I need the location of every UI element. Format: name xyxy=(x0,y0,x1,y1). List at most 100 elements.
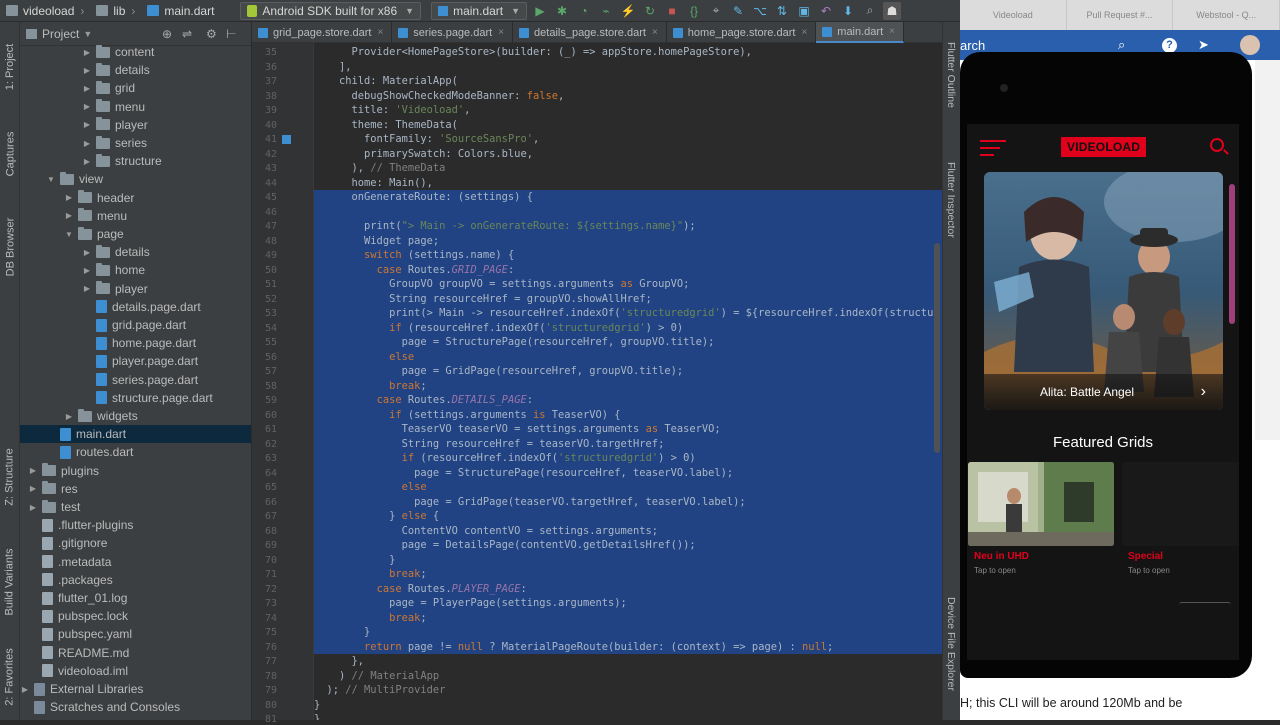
close-icon[interactable]: × xyxy=(652,27,658,38)
code-line[interactable]: Widget page; xyxy=(314,234,439,249)
project-tree-item[interactable]: ▶ player xyxy=(20,280,251,298)
chevron-right-icon[interactable]: ▶ xyxy=(82,84,92,93)
code-line[interactable]: print(> Main -> resourceHref.indexOf('st… xyxy=(314,306,933,321)
code-line[interactable]: String resourceHref = teaserVO.targetHre… xyxy=(314,437,665,452)
code-line[interactable]: if (settings.arguments is TeaserVO) { xyxy=(314,408,620,423)
flutter-braces-icon[interactable]: {} xyxy=(685,2,703,20)
code-line[interactable]: page = DetailsPage(contentVO.getDetailsH… xyxy=(314,538,696,553)
stop-icon[interactable]: ■ xyxy=(663,2,681,20)
person-icon[interactable]: ☗ xyxy=(883,1,902,20)
project-tree-item[interactable]: grid.page.dart xyxy=(20,316,251,334)
project-tree-item[interactable]: ▼ page xyxy=(20,225,251,243)
run-config-selector[interactable]: main.dart ▼ xyxy=(431,1,528,20)
undo-icon[interactable]: ↶ xyxy=(817,2,835,20)
project-tree-item[interactable]: structure.page.dart xyxy=(20,389,251,407)
search-icon[interactable]: ⌕ xyxy=(861,2,879,20)
editor-tab[interactable]: home_page.store.dart × xyxy=(667,22,817,43)
chevron-right-icon[interactable]: ▶ xyxy=(82,266,92,275)
captures-tool-tab[interactable]: Captures xyxy=(0,114,20,194)
code-line[interactable]: theme: ThemeData( xyxy=(314,118,458,133)
profile-icon[interactable]: ◔ xyxy=(575,2,593,20)
flutter-outline-tool-tab[interactable]: Flutter Outline xyxy=(943,42,961,152)
sdk-icon[interactable]: ⬇ xyxy=(839,2,857,20)
project-tree-item[interactable]: ▶ series xyxy=(20,134,251,152)
code-line[interactable]: ContentVO contentVO = settings.arguments… xyxy=(314,524,659,539)
project-tree-item[interactable]: flutter_01.log xyxy=(20,589,251,607)
grid-card[interactable] xyxy=(1122,462,1239,546)
code-line[interactable]: }, xyxy=(314,654,365,669)
project-tree-item[interactable]: details.page.dart xyxy=(20,298,251,316)
project-tree-item[interactable]: pubspec.yaml xyxy=(20,625,251,643)
hot-restart-icon[interactable]: ↻ xyxy=(641,2,659,20)
code-line[interactable]: print("> Main -> onGenerateRoute: ${sett… xyxy=(314,219,696,234)
code-line[interactable]: } else { xyxy=(314,509,439,524)
chevron-right-icon[interactable]: ▶ xyxy=(20,685,30,694)
project-tree-item[interactable]: ▶ menu xyxy=(20,207,251,225)
editor-tab[interactable]: main.dart × xyxy=(816,22,904,43)
code-line[interactable]: } xyxy=(314,698,320,713)
code-line[interactable]: else xyxy=(314,350,414,365)
project-tool-tab[interactable]: 1: Project xyxy=(0,32,20,102)
code-line[interactable]: onGenerateRoute: (settings) { xyxy=(314,190,533,205)
structure-tool-tab[interactable]: Z: Structure xyxy=(0,432,20,522)
sync-icon[interactable]: ⇅ xyxy=(773,2,791,20)
menu-icon[interactable] xyxy=(980,140,1006,156)
collapse-icon[interactable]: ⇌ xyxy=(182,27,192,41)
project-tree-item[interactable]: ▶ header xyxy=(20,189,251,207)
chevron-down-icon[interactable]: ▼ xyxy=(46,175,56,184)
attach-icon[interactable]: ⌁ xyxy=(597,2,615,20)
chevron-down-icon[interactable]: ▼ xyxy=(83,29,92,39)
project-tree-item[interactable]: ▶ External Libraries xyxy=(20,680,251,698)
breadcrumb-folder[interactable]: lib › xyxy=(90,0,141,22)
code-line[interactable]: } xyxy=(314,712,320,720)
project-tree-item[interactable]: README.md xyxy=(20,644,251,662)
project-tree-item[interactable]: ▼ view xyxy=(20,170,251,188)
code-line[interactable]: page = GridPage(teaserVO.targetHref, tea… xyxy=(314,495,746,510)
project-tree-item[interactable]: ▶ details xyxy=(20,243,251,261)
project-tree-item[interactable]: videoload.iml xyxy=(20,662,251,680)
chevron-right-icon[interactable]: ▶ xyxy=(28,503,38,512)
code-line[interactable]: } xyxy=(314,625,370,640)
code-line[interactable]: GroupVO groupVO = settings.arguments as … xyxy=(314,277,689,292)
chevron-right-icon[interactable]: › xyxy=(1201,383,1206,401)
project-tree-item[interactable]: Scratches and Consoles xyxy=(20,698,251,716)
build-variants-tool-tab[interactable]: Build Variants xyxy=(0,532,20,632)
project-tree-item[interactable]: ▶ details xyxy=(20,61,251,79)
flutter-inspector-tool-tab[interactable]: Flutter Inspector xyxy=(943,162,961,292)
chevron-right-icon[interactable]: ▶ xyxy=(28,484,38,493)
code-line[interactable]: case Routes.DETAILS_PAGE: xyxy=(314,393,533,408)
code-line[interactable]: break; xyxy=(314,567,427,582)
project-tree-item[interactable]: ▶ content xyxy=(20,43,251,61)
code-line[interactable]: page = StructurePage(resourceHref, group… xyxy=(314,335,715,350)
search-icon[interactable] xyxy=(1210,138,1229,155)
browser-tab[interactable]: Pull Request #... xyxy=(1067,0,1174,30)
device-selector[interactable]: Android SDK built for x86 ▼ xyxy=(240,1,422,20)
project-tree-item[interactable]: ▶ structure xyxy=(20,152,251,170)
code-line[interactable]: page = PlayerPage(settings.arguments); xyxy=(314,596,627,611)
hide-icon[interactable]: ⊢ xyxy=(226,27,236,41)
project-tree-item[interactable]: pubspec.lock xyxy=(20,607,251,625)
project-tree-item[interactable]: .packages xyxy=(20,571,251,589)
close-icon[interactable]: × xyxy=(377,27,383,38)
code-line[interactable]: switch (settings.name) { xyxy=(314,248,514,263)
code-line[interactable]: page = StructurePage(resourceHref, tease… xyxy=(314,466,733,481)
code-line[interactable]: page = GridPage(resourceHref, groupVO.ti… xyxy=(314,364,684,379)
project-tree-item[interactable]: routes.dart xyxy=(20,443,251,461)
chevron-right-icon[interactable]: ▶ xyxy=(82,157,92,166)
editor-tab[interactable]: series.page.dart × xyxy=(392,22,514,43)
breadcrumb-file[interactable]: main.dart xyxy=(141,0,220,22)
code-line[interactable]: return page != null ? MaterialPageRoute(… xyxy=(314,640,833,655)
gear-icon[interactable]: ⚙ xyxy=(206,27,217,41)
help-icon[interactable]: ? xyxy=(1162,37,1177,53)
browser-tab[interactable]: Videoload xyxy=(960,0,1067,30)
code-line[interactable]: } xyxy=(314,553,395,568)
inspect-icon[interactable]: ⌖ xyxy=(707,2,725,20)
code-line[interactable]: home: Main(), xyxy=(314,176,433,191)
chevron-right-icon[interactable]: ▶ xyxy=(82,48,92,57)
close-icon[interactable]: × xyxy=(801,27,807,38)
favorites-tool-tab[interactable]: 2: Favorites xyxy=(0,632,20,722)
hot-reload-icon[interactable]: ⚡ xyxy=(619,2,637,20)
chevron-right-icon[interactable]: ▶ xyxy=(28,466,38,475)
project-tree-item[interactable]: ▶ grid xyxy=(20,79,251,97)
chevron-right-icon[interactable]: ▶ xyxy=(82,102,92,111)
